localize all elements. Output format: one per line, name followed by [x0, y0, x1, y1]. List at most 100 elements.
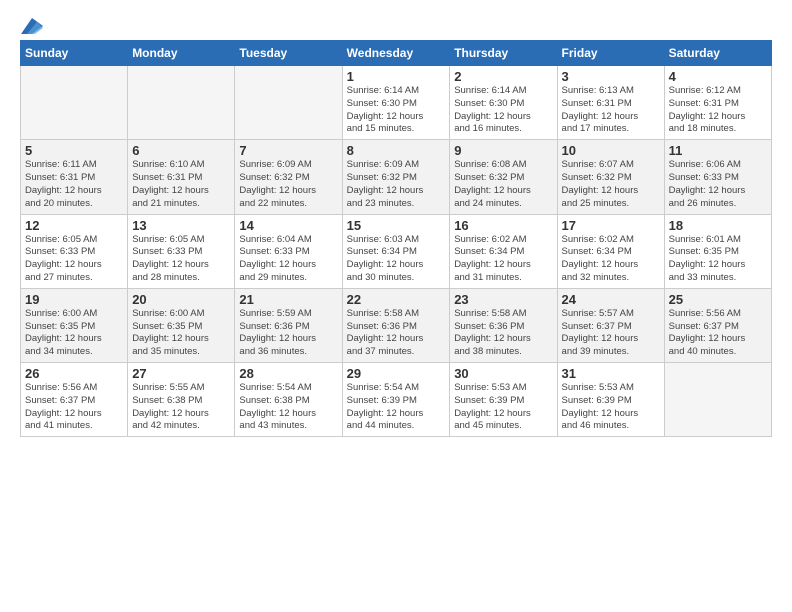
weekday-header-friday: Friday: [557, 41, 664, 66]
day-info: Sunrise: 6:08 AM Sunset: 6:32 PM Dayligh…: [454, 159, 552, 210]
calendar-cell: 16Sunrise: 6:02 AM Sunset: 6:34 PM Dayli…: [450, 214, 557, 288]
day-info: Sunrise: 6:00 AM Sunset: 6:35 PM Dayligh…: [132, 308, 230, 359]
day-info: Sunrise: 6:01 AM Sunset: 6:35 PM Dayligh…: [669, 234, 767, 285]
calendar-cell: 31Sunrise: 5:53 AM Sunset: 6:39 PM Dayli…: [557, 363, 664, 437]
calendar-cell: 8Sunrise: 6:09 AM Sunset: 6:32 PM Daylig…: [342, 140, 450, 214]
day-info: Sunrise: 5:59 AM Sunset: 6:36 PM Dayligh…: [239, 308, 337, 359]
calendar-cell: 26Sunrise: 5:56 AM Sunset: 6:37 PM Dayli…: [21, 363, 128, 437]
calendar-week-row: 26Sunrise: 5:56 AM Sunset: 6:37 PM Dayli…: [21, 363, 772, 437]
day-number: 27: [132, 366, 230, 381]
weekday-header-wednesday: Wednesday: [342, 41, 450, 66]
calendar-cell: 1Sunrise: 6:14 AM Sunset: 6:30 PM Daylig…: [342, 66, 450, 140]
day-info: Sunrise: 6:14 AM Sunset: 6:30 PM Dayligh…: [454, 85, 552, 136]
day-number: 25: [669, 292, 767, 307]
calendar-cell: 22Sunrise: 5:58 AM Sunset: 6:36 PM Dayli…: [342, 288, 450, 362]
calendar-cell: 21Sunrise: 5:59 AM Sunset: 6:36 PM Dayli…: [235, 288, 342, 362]
calendar-cell: 19Sunrise: 6:00 AM Sunset: 6:35 PM Dayli…: [21, 288, 128, 362]
day-info: Sunrise: 5:57 AM Sunset: 6:37 PM Dayligh…: [562, 308, 660, 359]
calendar-week-row: 12Sunrise: 6:05 AM Sunset: 6:33 PM Dayli…: [21, 214, 772, 288]
calendar-cell: [128, 66, 235, 140]
day-number: 8: [347, 143, 446, 158]
day-number: 17: [562, 218, 660, 233]
day-number: 29: [347, 366, 446, 381]
day-info: Sunrise: 6:11 AM Sunset: 6:31 PM Dayligh…: [25, 159, 123, 210]
day-info: Sunrise: 6:03 AM Sunset: 6:34 PM Dayligh…: [347, 234, 446, 285]
calendar-cell: 12Sunrise: 6:05 AM Sunset: 6:33 PM Dayli…: [21, 214, 128, 288]
day-info: Sunrise: 6:00 AM Sunset: 6:35 PM Dayligh…: [25, 308, 123, 359]
page: SundayMondayTuesdayWednesdayThursdayFrid…: [0, 0, 792, 612]
day-info: Sunrise: 5:56 AM Sunset: 6:37 PM Dayligh…: [25, 382, 123, 433]
day-info: Sunrise: 6:02 AM Sunset: 6:34 PM Dayligh…: [562, 234, 660, 285]
day-info: Sunrise: 5:55 AM Sunset: 6:38 PM Dayligh…: [132, 382, 230, 433]
logo-icon: [21, 18, 43, 34]
day-number: 10: [562, 143, 660, 158]
logo: [20, 18, 44, 30]
calendar-cell: 7Sunrise: 6:09 AM Sunset: 6:32 PM Daylig…: [235, 140, 342, 214]
day-info: Sunrise: 6:12 AM Sunset: 6:31 PM Dayligh…: [669, 85, 767, 136]
day-info: Sunrise: 5:54 AM Sunset: 6:39 PM Dayligh…: [347, 382, 446, 433]
day-info: Sunrise: 6:02 AM Sunset: 6:34 PM Dayligh…: [454, 234, 552, 285]
calendar-week-row: 1Sunrise: 6:14 AM Sunset: 6:30 PM Daylig…: [21, 66, 772, 140]
day-info: Sunrise: 6:14 AM Sunset: 6:30 PM Dayligh…: [347, 85, 446, 136]
day-info: Sunrise: 6:13 AM Sunset: 6:31 PM Dayligh…: [562, 85, 660, 136]
day-number: 5: [25, 143, 123, 158]
day-number: 19: [25, 292, 123, 307]
calendar-cell: 20Sunrise: 6:00 AM Sunset: 6:35 PM Dayli…: [128, 288, 235, 362]
day-info: Sunrise: 5:54 AM Sunset: 6:38 PM Dayligh…: [239, 382, 337, 433]
day-info: Sunrise: 6:05 AM Sunset: 6:33 PM Dayligh…: [25, 234, 123, 285]
calendar-cell: 27Sunrise: 5:55 AM Sunset: 6:38 PM Dayli…: [128, 363, 235, 437]
day-info: Sunrise: 6:10 AM Sunset: 6:31 PM Dayligh…: [132, 159, 230, 210]
calendar-cell: 5Sunrise: 6:11 AM Sunset: 6:31 PM Daylig…: [21, 140, 128, 214]
calendar-cell: 17Sunrise: 6:02 AM Sunset: 6:34 PM Dayli…: [557, 214, 664, 288]
day-info: Sunrise: 6:07 AM Sunset: 6:32 PM Dayligh…: [562, 159, 660, 210]
calendar-cell: [664, 363, 771, 437]
calendar-cell: 23Sunrise: 5:58 AM Sunset: 6:36 PM Dayli…: [450, 288, 557, 362]
day-info: Sunrise: 5:58 AM Sunset: 6:36 PM Dayligh…: [454, 308, 552, 359]
day-number: 11: [669, 143, 767, 158]
calendar-cell: 24Sunrise: 5:57 AM Sunset: 6:37 PM Dayli…: [557, 288, 664, 362]
day-number: 28: [239, 366, 337, 381]
day-number: 9: [454, 143, 552, 158]
day-number: 16: [454, 218, 552, 233]
day-number: 13: [132, 218, 230, 233]
day-number: 22: [347, 292, 446, 307]
weekday-header-row: SundayMondayTuesdayWednesdayThursdayFrid…: [21, 41, 772, 66]
day-number: 31: [562, 366, 660, 381]
day-number: 24: [562, 292, 660, 307]
day-number: 7: [239, 143, 337, 158]
calendar-cell: 13Sunrise: 6:05 AM Sunset: 6:33 PM Dayli…: [128, 214, 235, 288]
day-info: Sunrise: 5:56 AM Sunset: 6:37 PM Dayligh…: [669, 308, 767, 359]
day-number: 12: [25, 218, 123, 233]
day-number: 26: [25, 366, 123, 381]
day-number: 6: [132, 143, 230, 158]
day-info: Sunrise: 6:05 AM Sunset: 6:33 PM Dayligh…: [132, 234, 230, 285]
calendar-cell: 3Sunrise: 6:13 AM Sunset: 6:31 PM Daylig…: [557, 66, 664, 140]
calendar-cell: 10Sunrise: 6:07 AM Sunset: 6:32 PM Dayli…: [557, 140, 664, 214]
day-info: Sunrise: 6:06 AM Sunset: 6:33 PM Dayligh…: [669, 159, 767, 210]
weekday-header-saturday: Saturday: [664, 41, 771, 66]
calendar-cell: [21, 66, 128, 140]
day-number: 23: [454, 292, 552, 307]
weekday-header-thursday: Thursday: [450, 41, 557, 66]
calendar-cell: 29Sunrise: 5:54 AM Sunset: 6:39 PM Dayli…: [342, 363, 450, 437]
calendar-cell: 15Sunrise: 6:03 AM Sunset: 6:34 PM Dayli…: [342, 214, 450, 288]
day-info: Sunrise: 5:53 AM Sunset: 6:39 PM Dayligh…: [454, 382, 552, 433]
calendar-cell: 4Sunrise: 6:12 AM Sunset: 6:31 PM Daylig…: [664, 66, 771, 140]
calendar-table: SundayMondayTuesdayWednesdayThursdayFrid…: [20, 40, 772, 437]
day-info: Sunrise: 6:09 AM Sunset: 6:32 PM Dayligh…: [347, 159, 446, 210]
day-info: Sunrise: 6:09 AM Sunset: 6:32 PM Dayligh…: [239, 159, 337, 210]
calendar-cell: 2Sunrise: 6:14 AM Sunset: 6:30 PM Daylig…: [450, 66, 557, 140]
weekday-header-monday: Monday: [128, 41, 235, 66]
calendar-cell: 30Sunrise: 5:53 AM Sunset: 6:39 PM Dayli…: [450, 363, 557, 437]
weekday-header-tuesday: Tuesday: [235, 41, 342, 66]
day-number: 1: [347, 69, 446, 84]
day-number: 3: [562, 69, 660, 84]
header: [20, 18, 772, 30]
calendar-cell: 6Sunrise: 6:10 AM Sunset: 6:31 PM Daylig…: [128, 140, 235, 214]
day-info: Sunrise: 5:53 AM Sunset: 6:39 PM Dayligh…: [562, 382, 660, 433]
calendar-cell: 18Sunrise: 6:01 AM Sunset: 6:35 PM Dayli…: [664, 214, 771, 288]
day-number: 4: [669, 69, 767, 84]
calendar-cell: 11Sunrise: 6:06 AM Sunset: 6:33 PM Dayli…: [664, 140, 771, 214]
day-number: 30: [454, 366, 552, 381]
calendar-week-row: 5Sunrise: 6:11 AM Sunset: 6:31 PM Daylig…: [21, 140, 772, 214]
